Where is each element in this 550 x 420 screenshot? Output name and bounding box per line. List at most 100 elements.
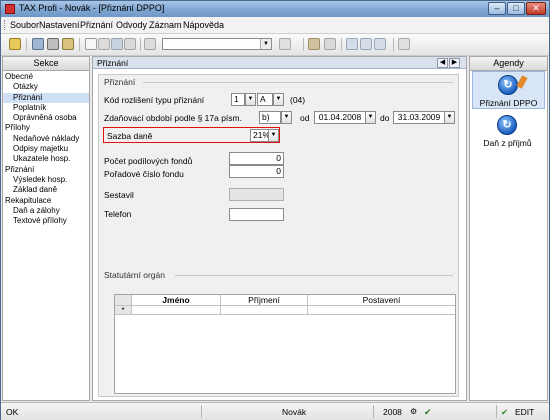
- sidebar-header: Sekce: [3, 57, 89, 71]
- settings-gear-icon[interactable]: ⚙: [410, 407, 417, 416]
- settings-icon[interactable]: [398, 38, 410, 50]
- group-divider: [143, 82, 453, 83]
- poradove-label: Pořadové číslo fondu: [104, 169, 184, 179]
- menu-nastaveni[interactable]: Nastavení: [39, 20, 80, 30]
- pocet-field[interactable]: 0: [229, 152, 284, 165]
- kod-letter-dropdown[interactable]: ▼: [273, 93, 284, 106]
- minimize-button[interactable]: –: [488, 2, 506, 15]
- kod-number-dropdown[interactable]: ▼: [245, 93, 256, 106]
- sidebar-item[interactable]: Oprávněná osoba: [3, 113, 89, 123]
- toolbar-separator: [140, 38, 141, 51]
- detail-view-icon[interactable]: [374, 38, 386, 50]
- col-header-postaveni[interactable]: Postavení: [308, 295, 455, 305]
- sestavil-label: Sestavil: [104, 190, 134, 200]
- sidebar-item[interactable]: Poplatník: [3, 103, 89, 113]
- menu-soubor[interactable]: Soubor: [10, 20, 39, 30]
- col-header-prijmeni[interactable]: Příjmení: [221, 295, 308, 305]
- folder-icon[interactable]: [308, 38, 320, 50]
- export-icon[interactable]: [62, 38, 74, 50]
- sidebar-item[interactable]: Výsledek hosp.: [3, 175, 89, 185]
- kod-code: (04): [290, 95, 306, 105]
- sazba-label: Sazba daně: [107, 131, 153, 141]
- menu-zaznam[interactable]: Záznam: [149, 20, 182, 30]
- cell-postaveni[interactable]: [308, 306, 455, 314]
- list-view-icon[interactable]: [346, 38, 358, 50]
- od-date-field[interactable]: 01.04.2008: [314, 111, 366, 124]
- status-user: Novák: [282, 407, 307, 417]
- sidebar-item[interactable]: Rekapitulace: [3, 196, 89, 206]
- status-divider: [201, 405, 202, 418]
- status-year: 2008: [383, 407, 402, 417]
- telefon-field[interactable]: [229, 208, 284, 221]
- sidebar-item[interactable]: Přílohy: [3, 123, 89, 133]
- window-title: TAX Profi - Novák - [Přiznání DPPO]: [19, 3, 165, 13]
- sidebar-item[interactable]: Obecné: [3, 72, 89, 82]
- sestavil-field[interactable]: [229, 188, 284, 201]
- menu-odvody[interactable]: Odvody: [116, 20, 147, 30]
- main-panel: Přiznání ◀ ▶ Přiznání Kód rozlišení typu…: [92, 56, 467, 401]
- chevron-down-icon[interactable]: ▼: [260, 39, 271, 49]
- sidebar-item[interactable]: Nedaňové náklady: [3, 134, 89, 144]
- toolbar-separator: [26, 38, 27, 51]
- new-record-icon[interactable]: [85, 38, 97, 50]
- obdobi-dropdown[interactable]: ▼: [281, 111, 292, 124]
- sidebar-item[interactable]: Odpisy majetku: [3, 144, 89, 154]
- sidebar-item[interactable]: Ukazatele hosp.: [3, 154, 89, 164]
- print-icon[interactable]: [47, 38, 59, 50]
- cell-jmeno[interactable]: [132, 306, 221, 314]
- do-date-picker[interactable]: ▼: [444, 111, 455, 124]
- sidebar-item[interactable]: Základ daně: [3, 185, 89, 195]
- save-icon[interactable]: [111, 38, 123, 50]
- toolbar-separator: [79, 38, 80, 51]
- agenda-item-label: Daň z příjmů: [483, 138, 532, 148]
- od-date-picker[interactable]: ▼: [365, 111, 376, 124]
- obdobi-field[interactable]: b): [259, 111, 281, 124]
- toolbar-separator: [303, 38, 304, 51]
- maximize-button[interactable]: □: [507, 2, 525, 15]
- menu-napoveda[interactable]: Nápověda: [183, 20, 224, 30]
- delete-icon[interactable]: [124, 38, 136, 50]
- check-icon[interactable]: [98, 38, 110, 50]
- row-header-corner: [115, 295, 132, 305]
- group-title-statutarni: Statutární orgán: [104, 270, 165, 280]
- sidebar-item[interactable]: Přiznání: [3, 165, 89, 175]
- agenda-item-priznani-dppo[interactable]: ↻ Přiznání DPPO: [472, 71, 545, 109]
- sidebar-item[interactable]: Otázky: [3, 82, 89, 92]
- telefon-label: Telefon: [104, 209, 132, 219]
- kod-label: Kód rozlišení typu přiznání: [104, 95, 205, 105]
- sidebar-item[interactable]: Daň a zálohy: [3, 206, 89, 216]
- nav-prev-button[interactable]: ◀: [437, 58, 448, 68]
- print-preview-icon[interactable]: [32, 38, 44, 50]
- poradove-field[interactable]: 0: [229, 165, 284, 178]
- menu-priznani[interactable]: Přiznání: [80, 20, 113, 30]
- table-row[interactable]: *: [115, 305, 455, 315]
- copy-icon[interactable]: [144, 38, 156, 50]
- sazba-dropdown[interactable]: ▼: [268, 129, 279, 142]
- sidebar-sekce: Sekce Obecné Otázky Přiznání Poplatník Opráv…: [2, 56, 90, 401]
- cell-prijmeni[interactable]: [221, 306, 308, 314]
- check-mark-icon: ✔: [424, 407, 432, 417]
- open-icon[interactable]: [9, 38, 21, 50]
- agenda-header: Agendy: [470, 57, 547, 71]
- sidebar-item[interactable]: Přiznání: [3, 92, 89, 103]
- do-date-field[interactable]: 31.03.2009: [393, 111, 445, 124]
- kod-letter-field[interactable]: A: [257, 93, 273, 106]
- agenda-item-dan-z-prijmu[interactable]: ↻ Daň z příjmů: [472, 112, 545, 150]
- form-area: Přiznání Kód rozlišení typu přiznání 1 ▼…: [98, 74, 459, 397]
- kod-number-field[interactable]: 1: [231, 93, 245, 106]
- agenda-item-label: Přiznání DPPO: [479, 98, 538, 108]
- status-divider: [373, 405, 374, 418]
- col-header-jmeno[interactable]: Jméno: [132, 295, 221, 305]
- circular-arrow-icon: ↻: [497, 115, 517, 135]
- toolbar-combo[interactable]: ▼: [162, 38, 272, 50]
- refresh-icon[interactable]: [324, 38, 336, 50]
- sidebar-item[interactable]: Textové přílohy: [3, 216, 89, 226]
- group-title-priznani: Přiznání: [104, 77, 136, 87]
- menu-grip: [4, 20, 7, 30]
- sazba-field[interactable]: 21%: [250, 129, 270, 142]
- statutarni-table: Jméno Příjmení Postavení *: [114, 294, 456, 394]
- grid-view-icon[interactable]: [360, 38, 372, 50]
- filter-icon[interactable]: [279, 38, 291, 50]
- nav-next-button[interactable]: ▶: [449, 58, 460, 68]
- close-button[interactable]: ✕: [526, 2, 546, 15]
